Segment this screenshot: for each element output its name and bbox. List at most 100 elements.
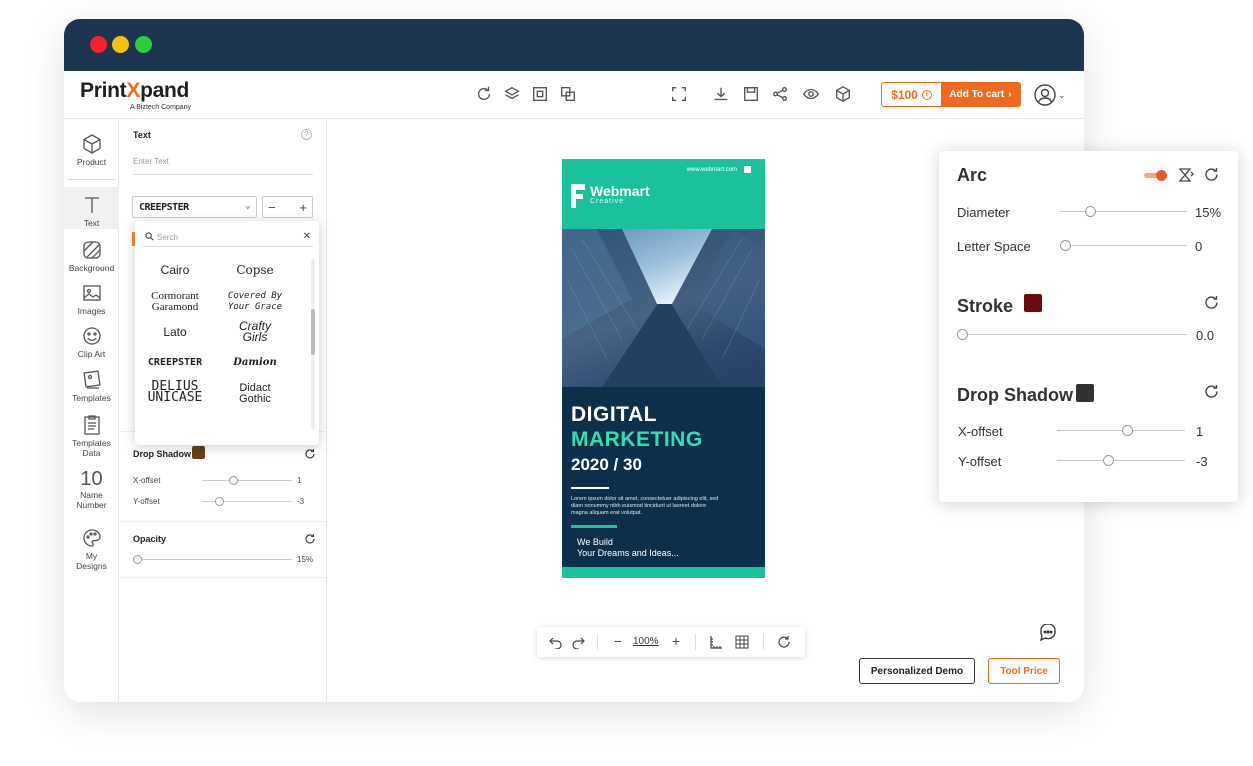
arc-toggle[interactable] bbox=[1144, 170, 1168, 181]
stroke-knob[interactable] bbox=[957, 329, 968, 340]
add-to-cart-button[interactable]: Add To cart › bbox=[941, 83, 1020, 106]
reset-view-icon[interactable] bbox=[777, 635, 791, 649]
reset-icon[interactable] bbox=[1204, 167, 1219, 182]
sidebar-item-label: Templates bbox=[72, 393, 111, 403]
font-search-input[interactable]: Serch ✕ bbox=[143, 229, 313, 247]
personalized-demo-button[interactable]: Personalized Demo bbox=[859, 658, 975, 684]
y-offset-knob[interactable] bbox=[215, 497, 224, 506]
sidebar-item-product[interactable]: Product bbox=[64, 133, 119, 167]
reset-icon[interactable] bbox=[1204, 295, 1219, 310]
poster-tagline-1[interactable]: We Build bbox=[577, 537, 613, 547]
redo-icon[interactable] bbox=[571, 635, 585, 649]
font-select[interactable]: CREEPSTER ⌄ bbox=[132, 196, 257, 218]
chevron-down-icon: ⌄ bbox=[1058, 89, 1066, 100]
minus-icon[interactable]: − bbox=[268, 200, 276, 215]
diameter-knob[interactable] bbox=[1085, 206, 1096, 217]
sidebar-item-label: Background bbox=[68, 263, 115, 273]
y-offset-slider[interactable] bbox=[1057, 460, 1185, 461]
font-option-covered-by[interactable]: Covered By Your Grace bbox=[215, 291, 295, 313]
reset-icon[interactable] bbox=[304, 533, 316, 545]
info-icon[interactable]: i bbox=[921, 89, 932, 100]
opacity-knob[interactable] bbox=[133, 555, 142, 564]
help-icon[interactable]: ? bbox=[301, 129, 312, 140]
poster-body-text[interactable]: Lorem ipsum dolor sit amet, consectetuer… bbox=[571, 496, 721, 517]
3d-view-icon[interactable] bbox=[834, 85, 852, 103]
sidebar-item-clip-art[interactable]: Clip Art bbox=[64, 325, 119, 359]
user-menu-button[interactable]: ⌄ bbox=[1034, 83, 1068, 107]
tool-price-button[interactable]: Tool Price bbox=[988, 658, 1060, 684]
frame-icon[interactable] bbox=[531, 85, 549, 103]
reset-icon[interactable] bbox=[304, 448, 316, 460]
plus-icon[interactable]: + bbox=[299, 200, 307, 215]
font-option-delius-unicase[interactable]: DELIUS UNICASE bbox=[135, 380, 215, 405]
sidebar-item-my-designs[interactable]: My Designs bbox=[64, 527, 119, 571]
sidebar-item-templates[interactable]: Templates bbox=[64, 369, 119, 403]
zoom-out-icon[interactable]: − bbox=[611, 634, 625, 649]
ruler-icon[interactable] bbox=[709, 635, 723, 649]
font-option-lato[interactable]: Lato bbox=[135, 326, 215, 338]
sidebar-item-templates-data[interactable]: Templates Data bbox=[64, 414, 119, 458]
letter-space-knob[interactable] bbox=[1060, 240, 1071, 251]
minimize-window-button[interactable] bbox=[112, 36, 129, 53]
poster-tagline-2[interactable]: Your Dreams and Ideas... bbox=[577, 548, 679, 558]
reset-icon[interactable] bbox=[1204, 384, 1219, 399]
save-icon[interactable] bbox=[742, 85, 760, 103]
share-icon[interactable] bbox=[771, 85, 789, 103]
poster-url[interactable]: www.webmart.com bbox=[687, 167, 737, 173]
logo[interactable]: PrintXpand A Biztech Company bbox=[80, 79, 191, 111]
arrange-icon[interactable] bbox=[559, 85, 577, 103]
zoom-level[interactable]: 100% bbox=[633, 636, 659, 647]
sidebar-item-images[interactable]: Images bbox=[64, 282, 119, 316]
poster-brand[interactable]: Webmart bbox=[590, 183, 650, 199]
letter-space-slider[interactable] bbox=[1066, 245, 1187, 246]
search-placeholder: Serch bbox=[157, 233, 178, 242]
close-icon[interactable]: ✕ bbox=[303, 231, 311, 242]
fullscreen-icon[interactable] bbox=[670, 85, 688, 103]
download-icon[interactable] bbox=[712, 85, 730, 103]
x-offset-slider[interactable] bbox=[202, 480, 292, 481]
font-size-stepper[interactable]: − + bbox=[262, 196, 313, 218]
poster-headline-2[interactable]: MARKETING bbox=[571, 428, 703, 452]
sidebar-item-label: Templates Data bbox=[72, 438, 111, 458]
stroke-color-swatch[interactable] bbox=[1024, 294, 1042, 312]
opacity-slider[interactable] bbox=[137, 559, 292, 560]
font-option-didact-gothic[interactable]: Didact Gothic bbox=[215, 383, 295, 405]
text-input[interactable]: Enter Text bbox=[133, 151, 313, 175]
sidebar-item-text[interactable]: Text bbox=[64, 187, 119, 229]
x-offset-knob[interactable] bbox=[229, 476, 238, 485]
y-offset-knob[interactable] bbox=[1103, 455, 1114, 466]
grid-icon[interactable] bbox=[735, 635, 749, 649]
flip-icon[interactable] bbox=[1178, 167, 1194, 183]
poster-design[interactable]: www.webmart.com Webmart Creative DIGITAL… bbox=[562, 159, 765, 578]
x-offset-slider[interactable] bbox=[1057, 430, 1185, 431]
stroke-slider[interactable] bbox=[965, 334, 1187, 335]
price-button[interactable]: $100 i bbox=[882, 83, 941, 106]
sidebar-item-label: Name Number bbox=[76, 490, 107, 510]
shadow-color-swatch[interactable] bbox=[1076, 384, 1094, 402]
font-option-cairo[interactable]: Cairo bbox=[135, 264, 215, 276]
font-option-creepster[interactable]: CREEPSTER bbox=[135, 357, 215, 368]
dropdown-scroll-thumb[interactable] bbox=[311, 309, 315, 355]
font-option-cormorant[interactable]: Cormorant Garamond bbox=[135, 291, 215, 313]
font-option-label-2: UNICASE bbox=[147, 390, 203, 405]
undo-icon[interactable] bbox=[549, 635, 563, 649]
zoom-in-icon[interactable]: + bbox=[669, 634, 683, 649]
shadow-color-swatch[interactable] bbox=[192, 446, 205, 459]
font-option-damion[interactable]: Damion bbox=[215, 357, 295, 368]
maximize-window-button[interactable] bbox=[135, 36, 152, 53]
poster-headline-1[interactable]: DIGITAL bbox=[571, 403, 657, 427]
diameter-slider[interactable] bbox=[1060, 211, 1187, 212]
poster-headline-3[interactable]: 2020 / 30 bbox=[571, 455, 642, 475]
sidebar-item-name-number[interactable]: 10 Name Number bbox=[64, 469, 119, 510]
refresh-icon[interactable] bbox=[475, 85, 493, 103]
font-option-copse[interactable]: Copse bbox=[215, 264, 295, 276]
chat-icon[interactable] bbox=[1037, 624, 1059, 646]
x-offset-knob[interactable] bbox=[1122, 425, 1133, 436]
sidebar-item-background[interactable]: Background bbox=[64, 239, 119, 273]
poster-photo[interactable] bbox=[562, 229, 765, 387]
preview-icon[interactable] bbox=[802, 85, 820, 103]
font-option-crafty-girls[interactable]: Crafty Girls bbox=[215, 320, 295, 343]
poster-brand-sub[interactable]: Creative bbox=[590, 198, 624, 205]
close-window-button[interactable] bbox=[90, 36, 107, 53]
layers-icon[interactable] bbox=[503, 85, 521, 103]
